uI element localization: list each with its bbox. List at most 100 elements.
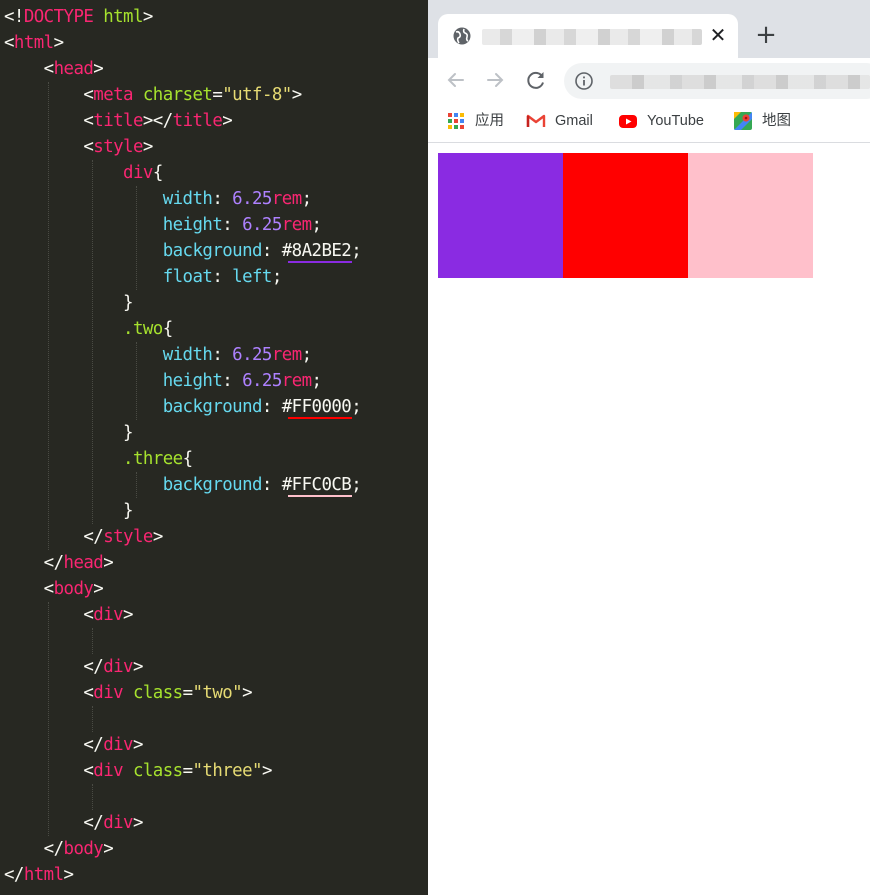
address-bar[interactable] (564, 63, 870, 99)
code-line: } (4, 420, 133, 446)
code-token: class (123, 761, 183, 781)
browser-tab[interactable]: ✕ (438, 14, 738, 58)
code-token: > (63, 865, 74, 885)
code-line: </head> (4, 550, 114, 576)
forward-arrow-icon[interactable] (481, 66, 509, 94)
code-token: > (261, 761, 272, 781)
code-token: > (132, 813, 143, 833)
code-token: < (4, 605, 94, 625)
code-token: div (103, 657, 133, 677)
code-token: div (93, 605, 124, 625)
code-token: : (261, 475, 282, 495)
code-token: 6.25 (242, 215, 282, 235)
page-viewport (428, 143, 870, 895)
code-token: > (132, 657, 143, 677)
code-token: class (123, 683, 183, 703)
code-token: left (232, 267, 272, 287)
code-token: < (4, 33, 14, 53)
code-token: width (4, 189, 213, 209)
code-token: height (4, 215, 223, 235)
globe-icon (453, 27, 471, 45)
indent-guide (92, 628, 93, 654)
code-token: { (182, 449, 193, 469)
code-line: <body> (4, 576, 104, 602)
code-line: } (4, 290, 133, 316)
code-token: > (123, 605, 133, 625)
code-token: > (103, 839, 114, 859)
code-token: > (103, 553, 114, 573)
code-token: title (172, 111, 223, 131)
code-token: 6.25 (232, 345, 272, 365)
code-token: div (103, 813, 133, 833)
code-line: <!DOCTYPE html> (4, 4, 153, 30)
code-token: < (4, 85, 94, 105)
bookmark-youtube[interactable]: YouTube (618, 110, 718, 132)
code-token: > (291, 85, 302, 105)
code-line: .three{ (4, 446, 193, 472)
code-token: style (103, 527, 153, 547)
bookmark-gmail[interactable]: Gmail (526, 110, 606, 132)
code-line: height: 6.25rem; (4, 368, 322, 394)
code-line: <head> (4, 56, 104, 82)
code-token: > (93, 59, 104, 79)
code-token: .three (123, 449, 183, 469)
code-token: </ (4, 657, 104, 677)
code-token: height (4, 371, 223, 391)
code-token: > (132, 735, 143, 755)
reload-icon[interactable] (522, 66, 550, 94)
apps-grid-icon (448, 113, 464, 129)
code-token: < (4, 683, 94, 703)
code-token: </ (4, 839, 64, 859)
code-token: < (4, 137, 94, 157)
code-line: <div class="two"> (4, 680, 252, 706)
code-token: </ (4, 527, 104, 547)
maps-icon (734, 112, 752, 130)
bookmarks-bar: 应用 Gmail YouTube 地图 (428, 102, 870, 143)
indent-guide (48, 602, 49, 836)
code-line: <meta charset="utf-8"> (4, 82, 302, 108)
code-token: meta (93, 85, 133, 105)
bookmark-maps[interactable]: 地图 (733, 110, 803, 132)
code-token: ; (351, 241, 362, 261)
color-underline (288, 495, 352, 497)
code-token: ; (301, 345, 312, 365)
code-token: background (4, 397, 263, 417)
code-token: </ (4, 813, 104, 833)
browser-window: ✕ + 应用 Gmail YouTube 地图 (428, 0, 870, 895)
code-token: "utf-8" (222, 85, 292, 105)
code-line: </div> (4, 810, 143, 836)
browser-toolbar (428, 58, 870, 102)
red-two-box (563, 153, 688, 278)
code-token: rem (281, 215, 312, 235)
code-token: head (63, 553, 104, 573)
close-icon[interactable]: ✕ (706, 23, 730, 47)
code-token: ; (271, 267, 282, 287)
code-line: .two{ (4, 316, 173, 342)
new-tab-button[interactable]: + (752, 21, 780, 49)
code-line: </style> (4, 524, 163, 550)
code-token: ; (311, 371, 322, 391)
code-token: > (53, 33, 64, 53)
code-editor[interactable]: <!DOCTYPE html> <html> <head> <meta chars… (0, 0, 428, 895)
code-token: div (123, 163, 153, 183)
code-token: < (4, 761, 94, 781)
code-token: : (261, 241, 282, 261)
info-icon[interactable] (574, 71, 594, 91)
code-token: : (212, 189, 233, 209)
code-token: : (212, 345, 233, 365)
code-token: #FFC0CB (281, 475, 352, 495)
code-token: #FF0000 (281, 397, 352, 417)
code-token: : (222, 371, 243, 391)
code-token: ; (351, 475, 362, 495)
color-underline (288, 261, 352, 263)
code-line: <div class="three"> (4, 758, 272, 784)
code-token: > (93, 579, 104, 599)
code-token: background (4, 241, 263, 261)
code-token: : (222, 215, 243, 235)
code-line: <html> (4, 30, 64, 56)
bookmark-apps[interactable]: 应用 (446, 110, 516, 132)
back-arrow-icon[interactable] (442, 66, 470, 94)
code-line: <title></title> (4, 108, 232, 134)
url-text-blurred (610, 75, 870, 89)
